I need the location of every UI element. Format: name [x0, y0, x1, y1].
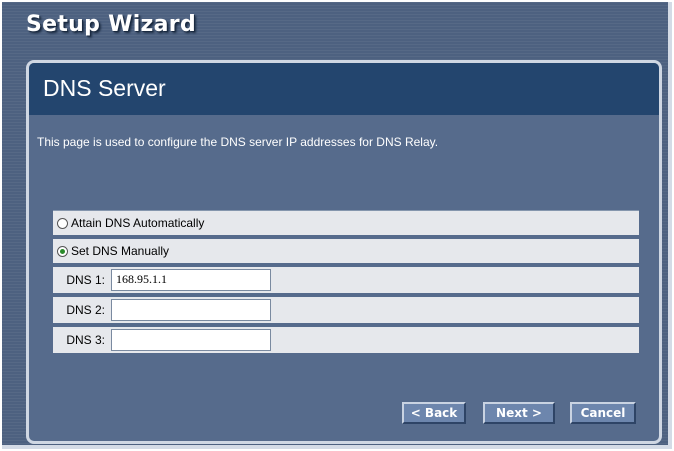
dns3-input[interactable]	[111, 329, 271, 351]
dns1-input[interactable]: 168.95.1.1	[111, 269, 271, 291]
attain-dns-auto-label[interactable]: Attain DNS Automatically	[71, 216, 204, 230]
set-dns-manual-label[interactable]: Set DNS Manually	[71, 244, 169, 258]
page-description: This page is used to configure the DNS s…	[37, 135, 439, 149]
set-dns-manual-radio[interactable]	[57, 245, 68, 257]
dns2-label: DNS 2:	[66, 303, 105, 317]
attain-dns-auto-row[interactable]: Attain DNS Automatically	[53, 211, 639, 239]
wizard-frame: Setup Wizard DNS Server This page is use…	[2, 2, 672, 449]
dns3-row: DNS 3:	[53, 327, 639, 357]
dns2-input[interactable]	[111, 299, 271, 321]
attain-dns-auto-radio[interactable]	[57, 217, 68, 229]
back-button[interactable]: < Back	[402, 402, 466, 424]
panel-header: DNS Server	[29, 63, 659, 115]
setup-wizard-window: Setup Wizard DNS Server This page is use…	[0, 0, 674, 451]
wizard-title: Setup Wizard	[26, 12, 197, 37]
dns-settings-table: Attain DNS Automatically Set DNS Manuall…	[53, 210, 639, 357]
set-dns-manual-row[interactable]: Set DNS Manually	[53, 239, 639, 267]
dns2-row: DNS 2:	[53, 297, 639, 327]
dns1-label: DNS 1:	[66, 273, 105, 287]
dns1-row: DNS 1: 168.95.1.1	[53, 267, 639, 297]
panel-heading: DNS Server	[43, 75, 166, 101]
dns-server-panel: DNS Server This page is used to configur…	[26, 60, 662, 444]
next-button[interactable]: Next >	[483, 402, 555, 424]
dns3-label: DNS 3:	[66, 333, 105, 347]
cancel-button[interactable]: Cancel	[570, 402, 636, 424]
